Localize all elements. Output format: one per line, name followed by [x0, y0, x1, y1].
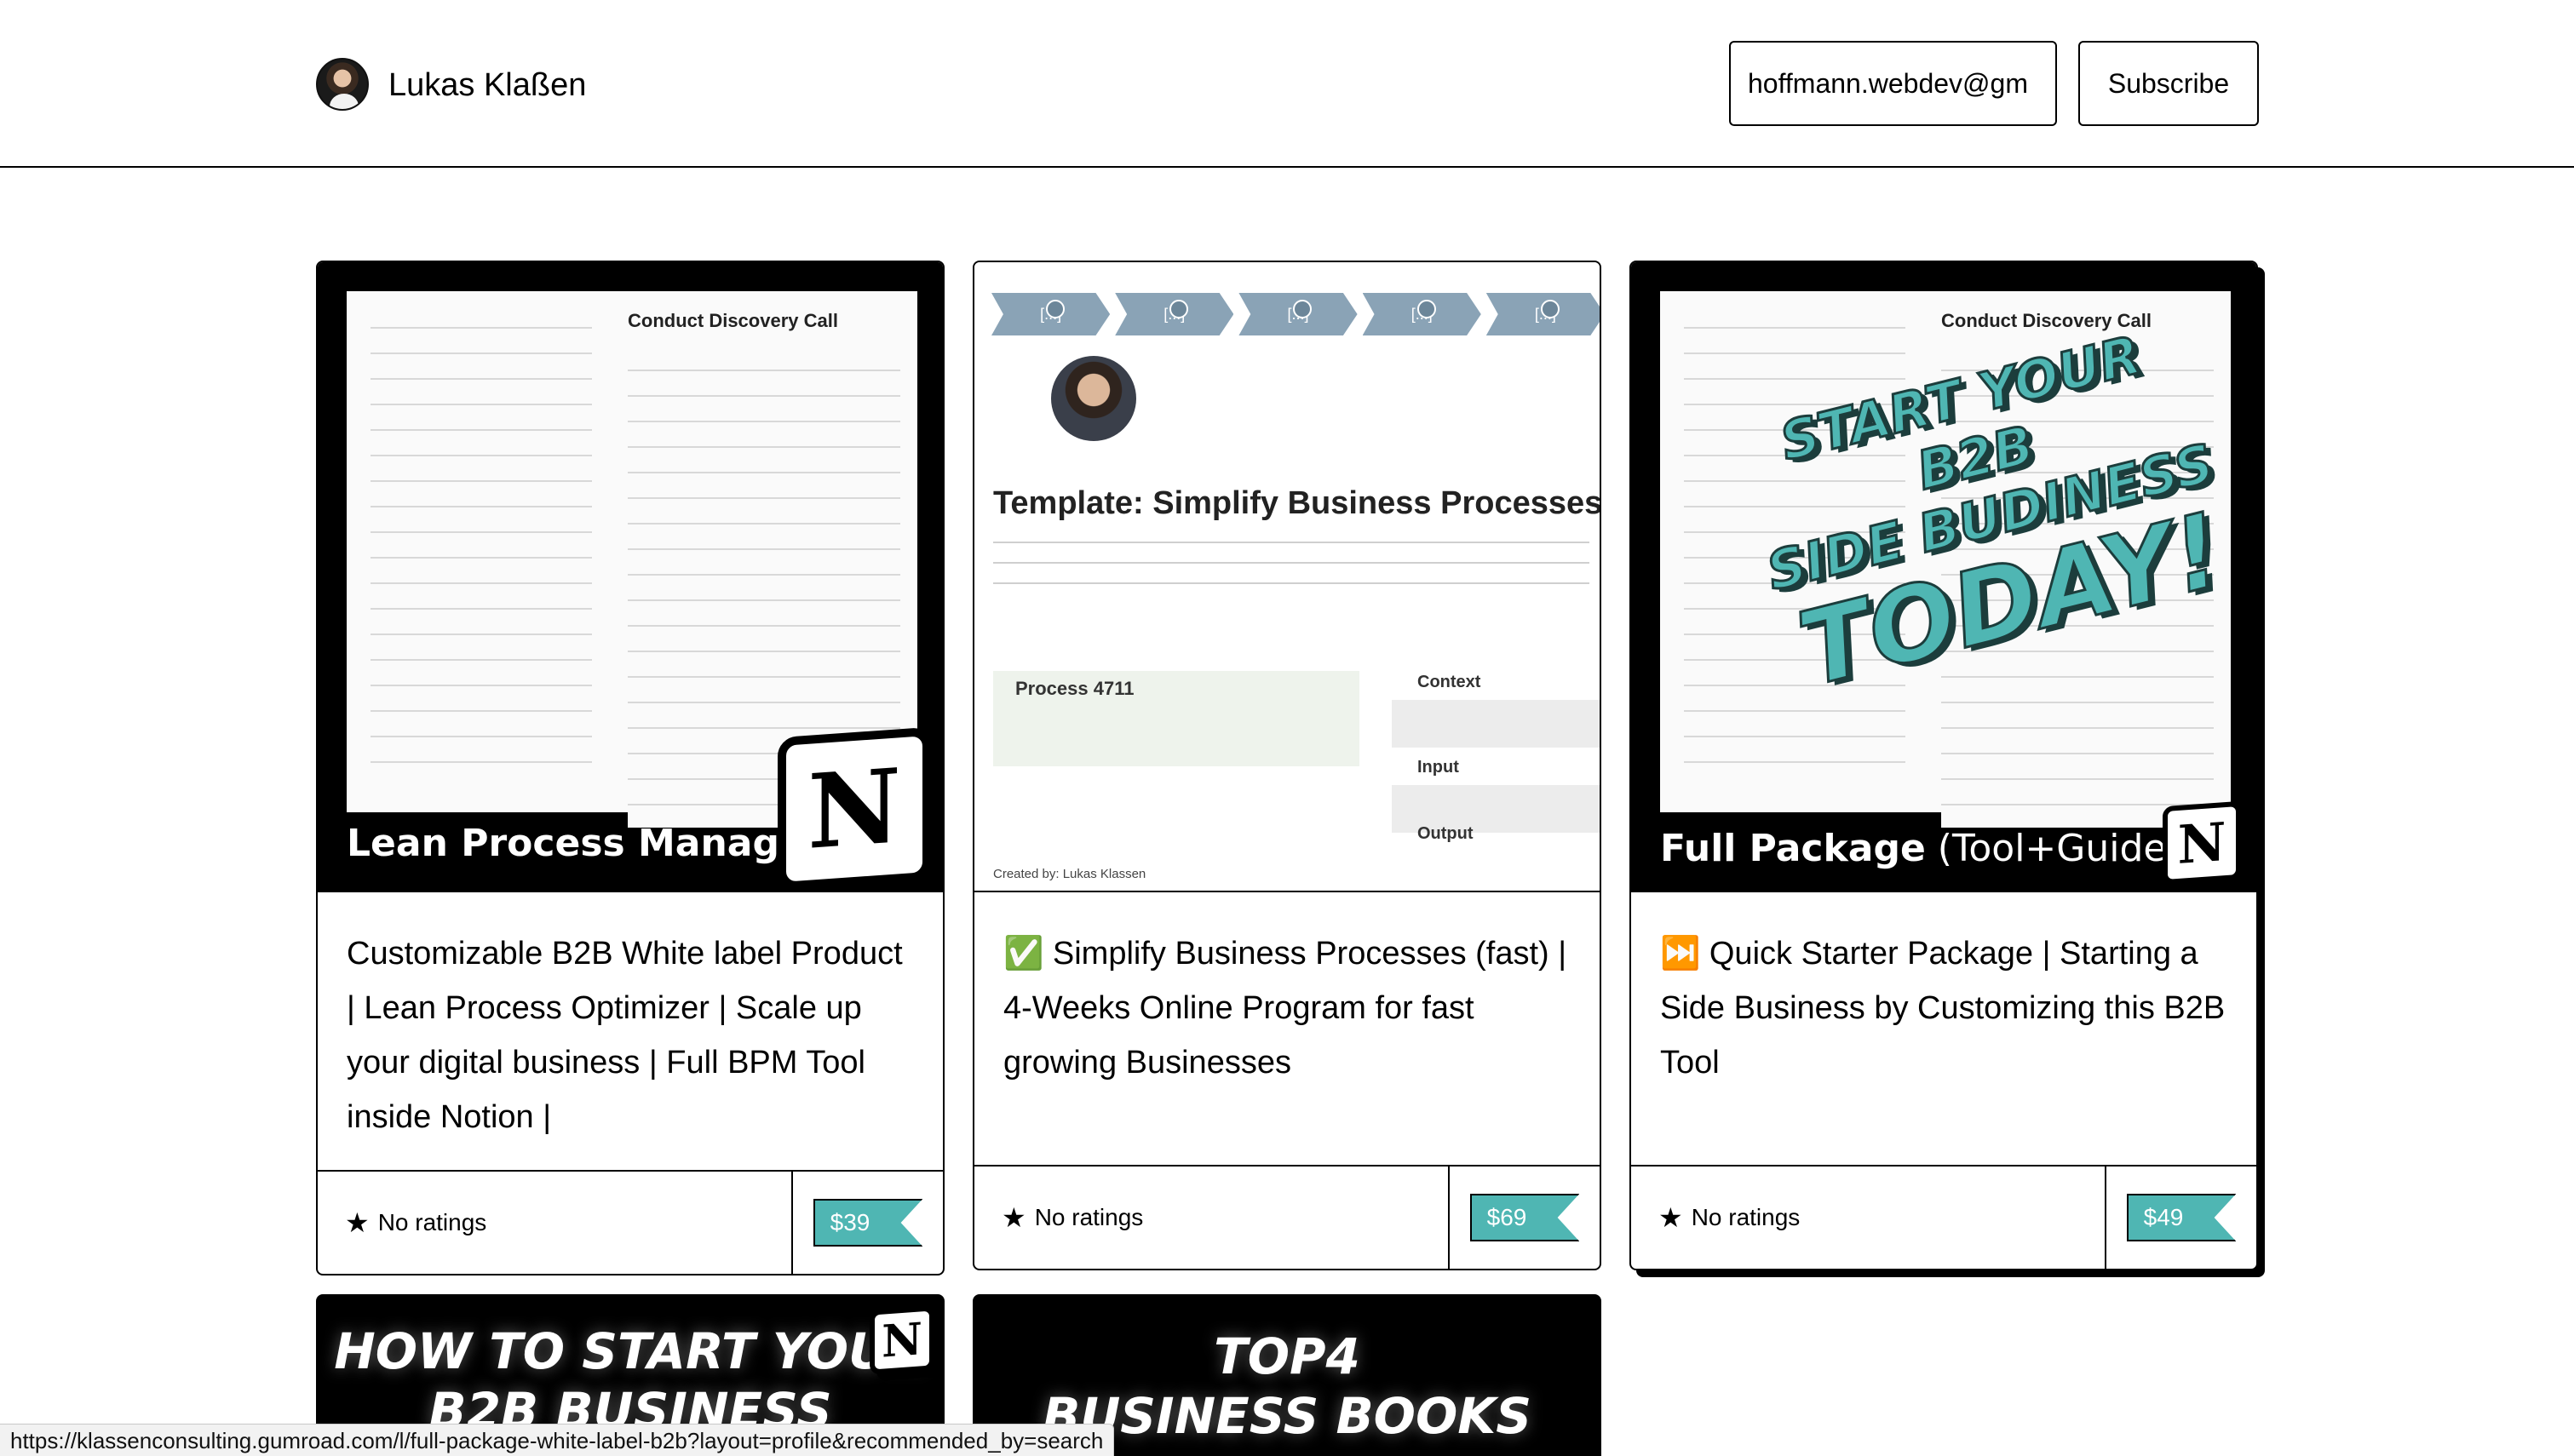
card-footer: ★ No ratings $49: [1631, 1165, 2256, 1269]
price-cell: $49: [2105, 1167, 2256, 1269]
price-tag: $39: [813, 1199, 923, 1247]
template-title: Template: Simplify Business Processes: [993, 485, 1600, 521]
process-title: Process 4711: [1015, 678, 1135, 699]
star-icon: ★: [345, 1207, 370, 1238]
screenshot-title: Conduct Discovery Call: [628, 310, 838, 331]
price-tag: $49: [2126, 1194, 2237, 1241]
price-cell: $69: [1448, 1167, 1600, 1269]
rating-text: No ratings: [1691, 1204, 1801, 1230]
product-title[interactable]: ⏭️ Quick Starter Package | Starting a Si…: [1631, 892, 2256, 1165]
card-footer: ★ No ratings $69: [974, 1165, 1600, 1269]
chevron-step: [...]: [1485, 293, 1600, 335]
output-label: Output: [1417, 824, 1474, 843]
chevron-step: [...]: [1362, 293, 1481, 335]
notion-logo-icon: N: [870, 1305, 934, 1375]
rating: ★ No ratings: [1631, 1167, 2105, 1269]
banner-bold: Full Package: [1660, 827, 1926, 870]
rating-text: No ratings: [377, 1209, 487, 1235]
product-card[interactable]: Conduct Discovery Call START YOUR B2B SI…: [1629, 261, 2258, 1270]
rating: ★ No ratings: [974, 1167, 1448, 1269]
thumbnail-headline: TOP4: [1214, 1327, 1360, 1385]
creator-avatar[interactable]: [316, 58, 369, 111]
context-label: Context: [1417, 673, 1481, 691]
price-tag: $69: [1469, 1194, 1580, 1241]
notion-logo-icon: N: [2163, 800, 2241, 886]
banner-light: (Tool+Guides): [1925, 827, 2201, 870]
chevron-step: [...]: [991, 293, 1111, 335]
product-thumbnail[interactable]: Conduct Discovery Call START YOUR B2B SI…: [1631, 262, 2256, 892]
star-icon: ★: [1658, 1202, 1683, 1233]
chevron-step: [...]: [1115, 293, 1234, 335]
product-thumbnail[interactable]: [...] [...] [...] [...] [...] Template: …: [974, 262, 1600, 892]
thumbnail-banner: Lean Process Manager: [347, 822, 824, 865]
email-input[interactable]: hoffmann.webdev@gm: [1729, 41, 2057, 126]
thumbnail-banner: Full Package (Tool+Guides): [1660, 827, 2201, 870]
product-title[interactable]: Customizable B2B White label Product | L…: [318, 892, 943, 1170]
product-card[interactable]: [...] [...] [...] [...] [...] Template: …: [973, 261, 1601, 1270]
star-icon: ★: [1002, 1202, 1026, 1233]
creator-name[interactable]: Lukas Klaßen: [388, 66, 586, 104]
process-chevrons: [...] [...] [...] [...] [...]: [991, 293, 1600, 335]
notion-logo-icon: N: [778, 726, 931, 891]
template-description: [993, 526, 1589, 586]
profile-header: Lukas Klaßen hoffmann.webdev@gm Subscrib…: [0, 0, 2574, 168]
card-footer: ★ No ratings $39: [318, 1170, 943, 1274]
process-side-list: Context Input Output: [1392, 662, 1600, 858]
chevron-step: [...]: [1238, 293, 1358, 335]
product-card[interactable]: Conduct Discovery Call Lean Process Mana…: [316, 261, 945, 1275]
rating-text: No ratings: [1034, 1204, 1144, 1230]
input-label: Input: [1417, 758, 1459, 777]
status-bar-url: https://klassenconsulting.gumroad.com/l/…: [0, 1424, 1115, 1456]
author-photo: [1051, 356, 1136, 441]
product-title[interactable]: ✅ Simplify Business Processes (fast) | 4…: [974, 892, 1600, 1165]
rating: ★ No ratings: [318, 1172, 791, 1274]
created-by: Created by: Lukas Klassen: [993, 867, 1146, 881]
thumbnail-headline: HOW TO START YOUR: [334, 1322, 927, 1380]
product-thumbnail[interactable]: Conduct Discovery Call Lean Process Mana…: [318, 262, 943, 892]
subscribe-button[interactable]: Subscribe: [2078, 41, 2259, 126]
price-cell: $39: [791, 1172, 943, 1274]
